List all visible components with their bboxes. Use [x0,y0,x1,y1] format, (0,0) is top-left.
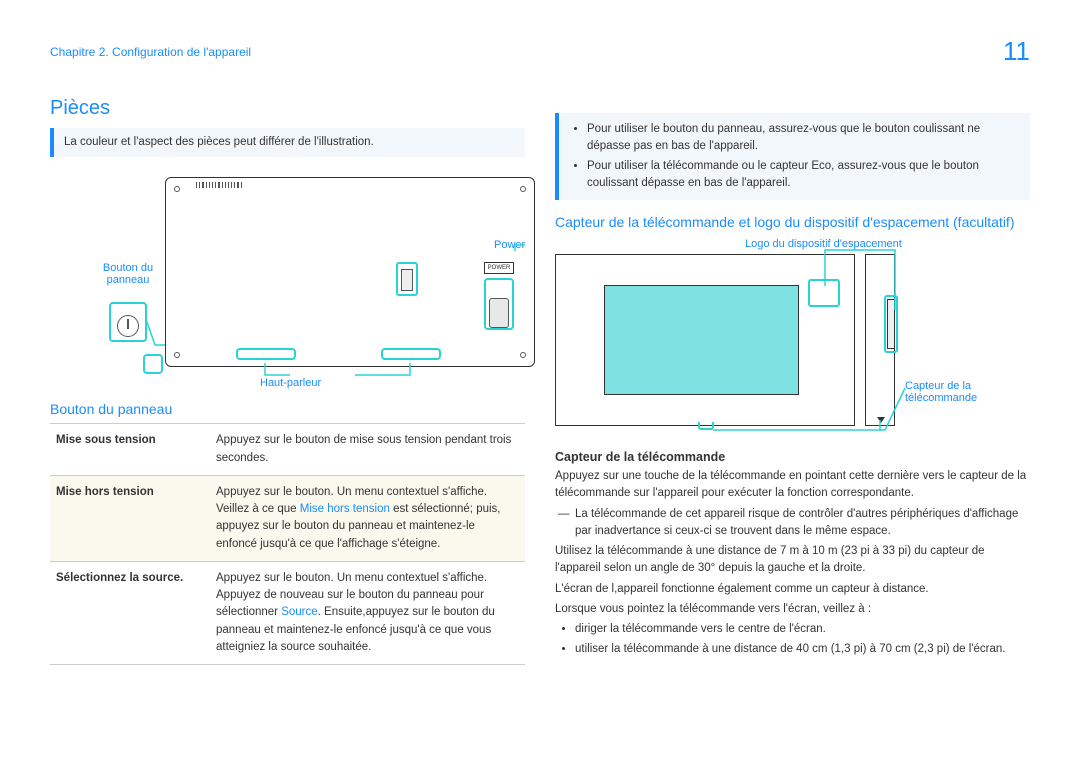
screw-icon [174,352,180,358]
vent-icon [196,182,242,188]
row-text: Appuyez sur le bouton. Un menu contextue… [216,570,519,587]
screw-icon [520,352,526,358]
power-badge: POWER [484,262,514,274]
label-speaker: Haut-parleur [260,377,321,389]
label-spacing-logo: Logo du dispositif d'espacement [745,238,902,250]
bullet-item: diriger la télécommande vers le centre d… [575,621,1030,639]
dash-note: La télécommande de cet appareil risque d… [555,506,1030,541]
row-label: Mise sous tension [56,434,156,446]
section-title-pieces: Pièces [50,97,525,120]
row-desc: Appuyez sur le bouton. Un menu contextue… [210,475,525,561]
row-text: Appuyez de nouveau sur le bouton du pann… [216,587,519,656]
info-item: Pour utiliser la télécommande ou le capt… [587,158,1020,193]
chapter-title: Chapitre 2. Configuration de l'appareil [50,45,251,59]
body-text: Utilisez la télécommande à une distance … [555,543,1030,578]
body-text: L'écran de l,appareil fonctionne égaleme… [555,581,1030,598]
screw-icon [174,186,180,192]
device-outline: POWER [165,177,535,367]
row-text: Veillez à ce que Mise hors tension est s… [216,501,519,553]
panel-button-highlight [143,354,163,374]
page-number: 11 [1003,36,1030,67]
speaker-highlight [236,348,296,360]
screw-icon [520,186,526,192]
table-row: Mise sous tension Appuyez sur le bouton … [50,424,525,476]
left-column: Pièces La couleur et l'aspect des pièces… [50,77,525,665]
page-header: Chapitre 2. Configuration de l'appareil … [0,0,1080,77]
speaker-highlight [381,348,441,360]
info-box-text: La couleur et l'aspect des pièces peut d… [64,136,374,148]
device-side-outline [865,254,895,426]
bullet-list: diriger la télécommande vers le centre d… [555,621,1030,659]
body-text: Appuyez sur une touche de la télécommand… [555,468,1030,503]
row-desc: Appuyez sur le bouton de mise sous tensi… [210,424,525,476]
device-rear-figure: POWER Bouton du panneau Haut-parleur Pow… [50,167,525,387]
row-text: Appuyez sur le bouton. Un menu contextue… [216,484,519,501]
body-text: Lorsque vous pointez la télécommande ver… [555,601,1030,618]
screen-area [604,285,799,395]
info-box-slider-note: Pour utiliser le bouton du panneau, assu… [555,113,1030,200]
device-front-figure: Logo du dispositif d'espacement Capteur … [555,240,1030,440]
row-label: Sélectionnez la source. [56,572,183,584]
subsection-panel-button: Bouton du panneau [50,401,525,417]
heading-remote-sensor: Capteur de la télécommande [555,450,1030,464]
label-panel-button: Bouton du panneau [92,262,164,286]
right-column: Pour utiliser le bouton du panneau, assu… [555,77,1030,665]
power-socket-highlight [484,278,514,330]
row-label: Mise hors tension [56,486,154,498]
info-box-color-note: La couleur et l'aspect des pièces peut d… [50,128,525,157]
info-item: Pour utiliser le bouton du panneau, assu… [587,121,1020,156]
logo-highlight-side [884,295,898,353]
label-remote-sensor: Capteur de la télécommande [905,380,1035,404]
remote-sensor-highlight [698,422,714,430]
triangle-icon [877,417,885,423]
bullet-item: utiliser la télécommande à une distance … [575,641,1030,659]
panel-button-callout [109,302,147,342]
table-row: Mise hors tension Appuyez sur le bouton.… [50,475,525,561]
label-power: Power [494,239,525,251]
row-desc: Appuyez sur le bouton. Un menu contextue… [210,561,525,664]
table-row: Sélectionnez la source. Appuyez sur le b… [50,561,525,664]
connector-highlight [396,262,418,296]
device-front-outline [555,254,855,426]
panel-button-table: Mise sous tension Appuyez sur le bouton … [50,423,525,665]
subsection-remote-sensor-logo: Capteur de la télécommande et logo du di… [555,214,1030,230]
logo-highlight-front [808,279,840,307]
